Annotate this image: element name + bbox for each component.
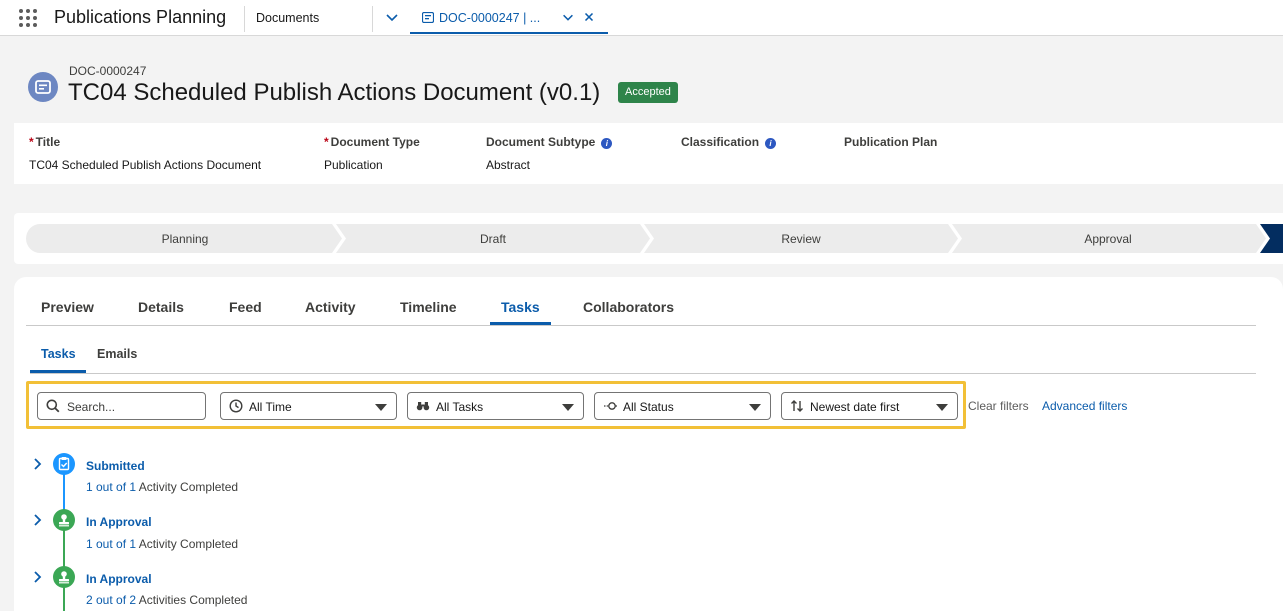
- status-filter-value: All Status: [623, 400, 674, 414]
- field-title-value: TC04 Scheduled Publish Actions Document: [29, 158, 262, 172]
- expand-chevron-icon[interactable]: [32, 570, 44, 584]
- advanced-filters-link[interactable]: Advanced filters: [1042, 399, 1127, 413]
- search-icon: [46, 399, 60, 413]
- global-nav: Publications Planning Documents DOC-0000…: [0, 0, 1283, 36]
- task-subtabs: Tasks Emails: [30, 340, 1256, 374]
- active-tab-indicator: [490, 322, 551, 325]
- tab-tasks[interactable]: Tasks: [501, 299, 540, 315]
- nav-item-documents[interactable]: Documents: [256, 11, 319, 25]
- document-object-icon: [28, 72, 58, 102]
- workspace-tab-label: DOC-0000247 | ...: [439, 11, 541, 25]
- record-number: DOC-0000247: [69, 64, 147, 78]
- document-record-icon: [422, 12, 434, 23]
- nav-divider: [244, 6, 245, 32]
- page-title: TC04 Scheduled Publish Actions Document …: [68, 79, 601, 106]
- clipboard-check-icon: [53, 453, 75, 475]
- search-placeholder: Search...: [67, 400, 116, 414]
- approval-stamp-icon: [53, 509, 75, 531]
- required-indicator: *: [324, 135, 329, 149]
- timeline-item-title[interactable]: In Approval: [86, 572, 152, 586]
- workspace-tab-document[interactable]: DOC-0000247 | ...: [410, 0, 608, 34]
- task-type-filter-select[interactable]: All Tasks: [407, 392, 584, 420]
- field-title: * Title TC04 Scheduled Publish Actions Do…: [29, 135, 262, 172]
- search-input[interactable]: Search...: [37, 392, 206, 420]
- approval-stamp-icon: [53, 566, 75, 588]
- tab-preview[interactable]: Preview: [41, 299, 94, 315]
- timeline-item-title[interactable]: In Approval: [86, 515, 152, 529]
- dropdown-caret-icon: [749, 404, 761, 411]
- field-document-type-value: Publication: [324, 158, 383, 172]
- sort-order-select[interactable]: Newest date first: [781, 392, 958, 420]
- field-document-type: * Document Type Publication: [324, 135, 420, 172]
- stage-label-approval: Approval: [1084, 232, 1131, 246]
- sort-icon: [791, 400, 803, 412]
- stage-path: Planning Draft Review Approval: [26, 224, 1283, 253]
- stage-label-review: Review: [781, 232, 821, 246]
- status-badge: Accepted: [618, 82, 678, 103]
- task-type-filter-value: All Tasks: [436, 400, 484, 414]
- tab-activity[interactable]: Activity: [305, 299, 356, 315]
- stage-label-draft: Draft: [480, 232, 507, 246]
- time-filter-value: All Time: [249, 400, 292, 414]
- activity-count-link[interactable]: 1 out of 1: [86, 537, 136, 551]
- app-name: Publications Planning: [54, 7, 227, 27]
- timeline-item-title[interactable]: Submitted: [86, 459, 145, 473]
- dropdown-caret-icon: [375, 404, 387, 411]
- clock-icon: [229, 399, 243, 413]
- nav-divider: [372, 6, 373, 32]
- status-filter-select[interactable]: All Status: [594, 392, 771, 420]
- dropdown-caret-icon: [562, 404, 574, 411]
- stage-label-planning: Planning: [162, 232, 209, 246]
- subtab-emails[interactable]: Emails: [97, 347, 137, 361]
- highlights-panel: * Title TC04 Scheduled Publish Actions Do…: [14, 123, 1283, 184]
- app-launcher-icon[interactable]: [19, 9, 39, 27]
- sort-order-value: Newest date first: [810, 400, 900, 414]
- tab-details[interactable]: Details: [138, 299, 184, 315]
- nav-dropdown-chevron-icon[interactable]: [384, 9, 400, 25]
- subtab-tasks[interactable]: Tasks: [41, 347, 76, 361]
- activity-count-link[interactable]: 1 out of 1: [86, 480, 136, 494]
- expand-chevron-icon[interactable]: [32, 513, 44, 527]
- time-filter-select[interactable]: All Time: [220, 392, 397, 420]
- tab-dropdown-chevron-icon[interactable]: [561, 10, 575, 24]
- timeline-item-summary: 1 out of 1 Activity Completed: [86, 537, 239, 551]
- field-publication-plan: Publication Plan: [844, 135, 938, 149]
- tab-collaborators[interactable]: Collaborators: [583, 299, 674, 315]
- dropdown-caret-icon: [936, 404, 948, 411]
- expand-chevron-icon[interactable]: [32, 457, 44, 471]
- activity-count-link[interactable]: 2 out of 2: [86, 593, 136, 607]
- record-tabs-card: [14, 277, 1283, 611]
- timeline-item-summary: 1 out of 1 Activity Completed: [86, 480, 239, 494]
- active-subtab-indicator: [30, 370, 86, 373]
- record-tabset: Preview Details Feed Activity Timeline T…: [26, 291, 1256, 326]
- tab-feed[interactable]: Feed: [229, 299, 262, 315]
- timeline-item-summary: 2 out of 2 Activities Completed: [86, 593, 248, 607]
- binoculars-icon: [416, 402, 430, 411]
- required-indicator: *: [29, 135, 34, 149]
- field-document-subtype-value: Abstract: [486, 158, 531, 172]
- field-classification: Classification i: [681, 135, 777, 158]
- clear-filters-link[interactable]: Clear filters: [968, 399, 1029, 413]
- field-document-subtype: Document Subtype i Abstract: [486, 135, 613, 172]
- info-icon[interactable]: i: [765, 138, 777, 149]
- status-icon: [604, 402, 618, 410]
- info-icon[interactable]: i: [601, 138, 613, 149]
- tab-timeline[interactable]: Timeline: [400, 299, 457, 315]
- close-tab-icon[interactable]: [582, 10, 596, 24]
- timeline-connector: [63, 587, 65, 611]
